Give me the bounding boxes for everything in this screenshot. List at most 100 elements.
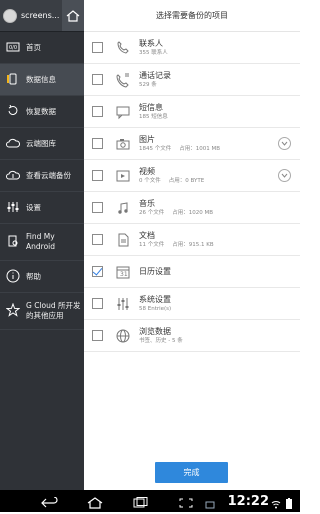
checkbox[interactable] bbox=[92, 298, 103, 309]
chevron-down-icon[interactable] bbox=[278, 137, 291, 150]
item-detail: 58 Entrie(s) bbox=[139, 305, 172, 312]
item-size: 占用：0 BYTE bbox=[168, 177, 205, 184]
main-panel: 选择需要备份的项目 联系人 355 联系人 通话记录 529 条 短信息 185 短信… bbox=[84, 0, 300, 490]
account-name: screens... bbox=[21, 11, 60, 20]
sidebar-item-label: Find My Android bbox=[26, 232, 55, 251]
item-title: 视频 bbox=[139, 166, 155, 176]
sidebar-item-label: 数据信息 bbox=[26, 74, 56, 84]
sidebar-item-label: 恢复数据 bbox=[26, 106, 56, 116]
list-item[interactable]: 联系人 355 联系人 bbox=[84, 32, 300, 64]
document-icon bbox=[115, 232, 131, 248]
phone-icon bbox=[6, 73, 20, 87]
checkbox[interactable] bbox=[92, 234, 103, 245]
sidebar-item-settings[interactable]: 设置 bbox=[0, 192, 84, 224]
back-icon[interactable] bbox=[40, 494, 58, 513]
cloud-backup-icon bbox=[6, 170, 21, 182]
list-item[interactable]: 31 日历设置 bbox=[84, 256, 300, 288]
notification-icon bbox=[205, 495, 215, 514]
sidebar-item-label: 设置 bbox=[26, 202, 41, 212]
item-size: 占用：915.1 KB bbox=[172, 241, 214, 248]
music-icon bbox=[115, 200, 131, 216]
checkbox[interactable] bbox=[92, 74, 103, 85]
sidebar-header[interactable]: screens... bbox=[0, 0, 84, 32]
item-detail: 185 短信息 bbox=[139, 113, 168, 120]
svg-text:31: 31 bbox=[120, 271, 128, 278]
list-item[interactable]: 视频 0 个文件 占用：0 BYTE bbox=[84, 160, 300, 192]
sidebar-item-data-info[interactable]: 数据信息 bbox=[0, 64, 84, 96]
sidebar-item-label: 首页 bbox=[26, 42, 41, 52]
calendar-icon: 31 bbox=[115, 264, 131, 280]
item-title: 浏览数据 bbox=[139, 326, 171, 336]
home-icon[interactable] bbox=[62, 0, 84, 31]
sidebar-item-label: 查看云端备份 bbox=[26, 170, 71, 180]
sidebar-item-label: 云端图库 bbox=[26, 138, 56, 148]
checkbox[interactable] bbox=[92, 202, 103, 213]
checkbox[interactable] bbox=[92, 42, 103, 53]
sms-icon bbox=[115, 104, 131, 120]
checkbox[interactable] bbox=[92, 106, 103, 117]
wifi-icon bbox=[271, 495, 281, 514]
sidebar-item-find-my-android[interactable]: Find My Android bbox=[0, 224, 84, 261]
item-title: 联系人 bbox=[139, 38, 163, 48]
checkbox[interactable] bbox=[92, 330, 103, 341]
camera-icon bbox=[115, 136, 131, 152]
item-title: 短信息 bbox=[139, 102, 163, 112]
item-title: 通话记录 bbox=[139, 70, 171, 80]
star-icon bbox=[5, 302, 21, 319]
item-title: 音乐 bbox=[139, 198, 155, 208]
battery-icon bbox=[285, 495, 293, 514]
sidebar-item-label: 帮助 bbox=[26, 271, 41, 281]
chevron-down-icon[interactable] bbox=[278, 169, 291, 182]
list-item[interactable]: 浏览数据 书签、历史 - 5 条 bbox=[84, 320, 300, 352]
screenshot-icon[interactable] bbox=[178, 494, 194, 513]
sidebar-item-home[interactable]: 0/0 首页 bbox=[0, 32, 84, 64]
item-title: 文档 bbox=[139, 230, 155, 240]
clock: 12:22 bbox=[227, 494, 269, 509]
item-size: 占用：1001 MB bbox=[179, 145, 221, 152]
item-detail: 529 条 bbox=[139, 81, 157, 88]
checkbox[interactable] bbox=[92, 170, 103, 181]
item-detail: 0 个文件 bbox=[139, 177, 161, 184]
recent-apps-icon[interactable] bbox=[132, 494, 150, 513]
page-title: 选择需要备份的项目 bbox=[84, 0, 300, 32]
cloud-icon bbox=[6, 138, 21, 150]
list-item[interactable]: 图片 1845 个文件 占用：1001 MB bbox=[84, 128, 300, 160]
list-item[interactable]: 系统设置 58 Entrie(s) bbox=[84, 288, 300, 320]
info-icon bbox=[6, 269, 20, 285]
globe-icon bbox=[115, 328, 131, 344]
contacts-icon bbox=[115, 40, 131, 56]
video-icon bbox=[115, 168, 131, 184]
sidebar: screens... 0/0 首页 数据信息 恢复数据 云端图库 查看云端备份 … bbox=[0, 0, 84, 490]
checkbox-checked[interactable] bbox=[92, 266, 103, 277]
sidebar-item-label: G Cloud 所开发的其他应用 bbox=[26, 301, 81, 320]
item-title: 图片 bbox=[139, 134, 155, 144]
item-title: 系统设置 bbox=[139, 294, 171, 304]
system-navigation-bar: 12:22 bbox=[0, 490, 300, 512]
sliders-icon bbox=[6, 201, 20, 215]
list-item[interactable]: 短信息 185 短信息 bbox=[84, 96, 300, 128]
item-detail: 26 个文件 bbox=[139, 209, 165, 216]
call-log-icon bbox=[115, 72, 131, 88]
item-size: 占用：1020 MB bbox=[172, 209, 214, 216]
home-nav-icon[interactable] bbox=[86, 494, 104, 513]
list-item[interactable]: 音乐 26 个文件 占用：1020 MB bbox=[84, 192, 300, 224]
home-page-icon: 0/0 bbox=[6, 42, 20, 54]
avatar bbox=[3, 8, 17, 23]
item-detail: 355 联系人 bbox=[139, 49, 168, 56]
list-item[interactable]: 通话记录 529 条 bbox=[84, 64, 300, 96]
checkbox[interactable] bbox=[92, 138, 103, 149]
account[interactable]: screens... bbox=[0, 8, 60, 23]
sidebar-item-restore[interactable]: 恢复数据 bbox=[0, 96, 84, 128]
item-detail: 1845 个文件 bbox=[139, 145, 172, 152]
restore-icon bbox=[6, 104, 20, 119]
list-item[interactable]: 文档 11 个文件 占用：915.1 KB bbox=[84, 224, 300, 256]
sidebar-item-cloud-gallery[interactable]: 云端图库 bbox=[0, 128, 84, 160]
item-title: 日历设置 bbox=[139, 266, 171, 276]
item-detail: 书签、历史 - 5 条 bbox=[139, 337, 183, 344]
find-icon bbox=[6, 235, 20, 249]
sidebar-item-other-apps[interactable]: G Cloud 所开发的其他应用 bbox=[0, 293, 84, 330]
sidebar-item-cloud-backup[interactable]: 查看云端备份 bbox=[0, 160, 84, 192]
done-button[interactable]: 完成 bbox=[155, 462, 228, 483]
sidebar-item-help[interactable]: 帮助 bbox=[0, 261, 84, 293]
item-detail: 11 个文件 bbox=[139, 241, 165, 248]
